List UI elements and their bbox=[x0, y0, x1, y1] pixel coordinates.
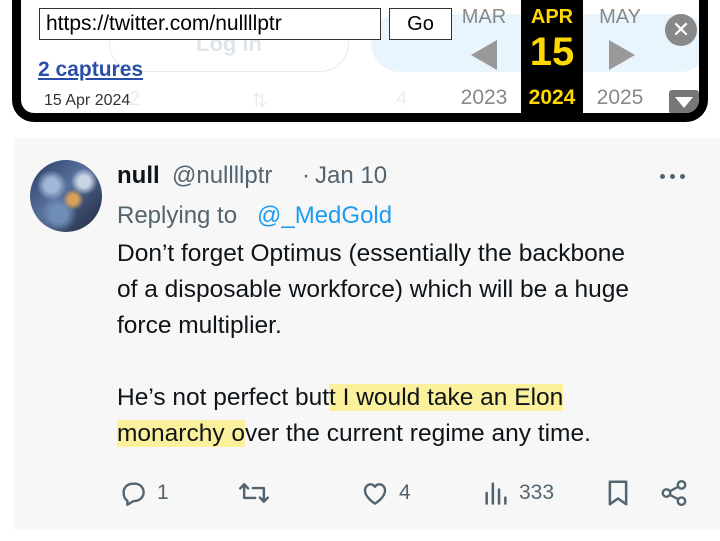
highlighted-text: t I would take an Elon bbox=[329, 384, 564, 411]
retweet-icon bbox=[238, 483, 270, 503]
tweet-date[interactable]: Jan 10 bbox=[315, 162, 387, 190]
highlighted-text: monarchy o bbox=[117, 420, 246, 447]
reply-button[interactable]: 1 bbox=[118, 476, 169, 510]
current-month-label: APR bbox=[530, 6, 574, 28]
current-day-label: 15 bbox=[529, 30, 575, 74]
reply-count: 1 bbox=[157, 481, 169, 504]
tweet: null @nullllptr · Jan 10 Replying to @_M… bbox=[14, 138, 720, 530]
separator-dot: · bbox=[302, 162, 310, 189]
captures-link[interactable]: 2 captures bbox=[38, 58, 143, 82]
chevron-right-icon[interactable] bbox=[609, 40, 635, 70]
more-options-icon[interactable] bbox=[660, 174, 686, 182]
reply-icon bbox=[122, 482, 145, 506]
prev-year-label[interactable]: 2023 bbox=[451, 86, 517, 110]
tweet-body-line: force multiplier. bbox=[117, 312, 282, 339]
heart-icon bbox=[363, 483, 387, 505]
tweet-body-line: He’s not perfect butt I would take an El… bbox=[117, 384, 564, 412]
retweet-button[interactable] bbox=[238, 476, 279, 510]
like-count: 4 bbox=[399, 481, 411, 504]
views-icon bbox=[485, 482, 507, 505]
view-count: 333 bbox=[519, 481, 555, 504]
url-input[interactable] bbox=[39, 8, 381, 40]
current-year-label: 2024 bbox=[528, 86, 576, 109]
reply-to-link[interactable]: @_MedGold bbox=[257, 202, 392, 230]
replying-to-label: Replying to bbox=[117, 202, 238, 229]
close-icon[interactable]: ✕ bbox=[665, 14, 697, 46]
like-button[interactable]: 4 bbox=[360, 476, 411, 510]
tweet-body-line: Don’t forget Optimus (essentially the ba… bbox=[117, 240, 625, 267]
tweet-body-line: of a disposable workforce) which will be… bbox=[117, 276, 630, 303]
prev-month-label[interactable]: MAR bbox=[451, 6, 517, 29]
share-button[interactable] bbox=[659, 476, 689, 510]
background-retweet-icon: ⇅ bbox=[251, 90, 268, 112]
bookmark-button[interactable] bbox=[605, 476, 631, 510]
user-handle[interactable]: @nullllptr bbox=[172, 162, 272, 190]
chevron-down-icon[interactable] bbox=[669, 90, 699, 113]
next-month-label[interactable]: MAY bbox=[587, 6, 653, 29]
views-button[interactable]: 333 bbox=[482, 476, 554, 510]
wayback-toolbar: Log in 2 ⇅ 4 Go 2 captures 15 Apr 2024 M… bbox=[12, 0, 708, 122]
display-name[interactable]: null bbox=[117, 162, 160, 190]
plain-text: He’s not perfect but bbox=[117, 384, 330, 411]
chevron-left-icon[interactable] bbox=[471, 40, 497, 70]
go-button[interactable]: Go bbox=[389, 8, 452, 40]
tweet-body-line: monarchy over the current regime any tim… bbox=[117, 420, 591, 448]
next-year-label[interactable]: 2025 bbox=[587, 86, 653, 110]
plain-text: ver the current regime any time. bbox=[245, 420, 591, 447]
bookmark-icon bbox=[608, 480, 628, 506]
calendar-current-date: APR 15 2024 bbox=[521, 0, 583, 113]
share-icon bbox=[661, 479, 687, 507]
background-like-count: 4 bbox=[396, 88, 408, 110]
avatar[interactable] bbox=[30, 160, 102, 232]
background-reply-count: 2 bbox=[129, 88, 141, 110]
capture-date: 15 Apr 2024 bbox=[44, 92, 131, 109]
tweet-actions: 1 4 333 bbox=[14, 476, 720, 516]
